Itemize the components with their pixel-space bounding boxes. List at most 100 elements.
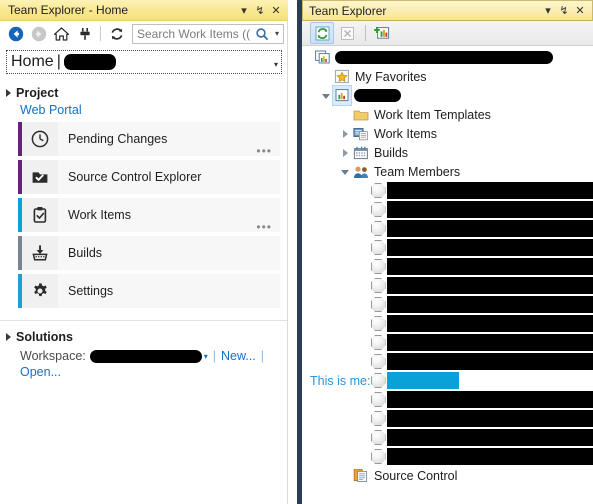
- project-section-header[interactable]: Project: [0, 83, 288, 103]
- screenshot-root: Team Explorer - Home ▾ ↯ ✕ Search Work I…: [0, 0, 593, 504]
- avatar: [369, 316, 387, 331]
- member-name-redacted: [387, 201, 593, 218]
- member-name-redacted: [387, 448, 593, 465]
- search-work-items-input[interactable]: Search Work Items (( ▾: [132, 23, 284, 44]
- team-members-icon: [352, 162, 370, 181]
- member-name-redacted: [387, 315, 593, 332]
- workspace-value-redacted[interactable]: [89, 349, 202, 363]
- tree-node-team-project[interactable]: [302, 85, 593, 106]
- dropdown-icon[interactable]: ▾: [236, 2, 252, 18]
- tree-node-label: My Favorites: [355, 69, 427, 84]
- team-member-row-self[interactable]: This is me:: [302, 371, 593, 390]
- open-solution-link[interactable]: Open...: [20, 365, 61, 379]
- overflow-menu-icon[interactable]: •••: [256, 145, 280, 157]
- expander-icon[interactable]: [6, 333, 11, 341]
- nav-item-builds[interactable]: Builds: [18, 236, 280, 270]
- dropdown-icon[interactable]: ▾: [540, 3, 556, 19]
- plug-connect-icon[interactable]: [73, 23, 96, 45]
- solutions-section-header[interactable]: Solutions: [0, 327, 288, 347]
- folder-icon: [352, 105, 370, 124]
- close-icon[interactable]: ✕: [572, 3, 588, 19]
- expander-icon[interactable]: [319, 86, 333, 105]
- close-icon[interactable]: ✕: [268, 2, 284, 18]
- team-member-row[interactable]: [302, 200, 593, 219]
- expander-icon[interactable]: [338, 124, 352, 143]
- expander-icon[interactable]: [6, 89, 11, 97]
- avatar: [369, 183, 387, 198]
- tree-node-builds[interactable]: Builds: [302, 143, 593, 162]
- nav-item-pending-changes[interactable]: Pending Changes •••: [18, 122, 280, 157]
- team-explorer-home-panel: Team Explorer - Home ▾ ↯ ✕ Search Work I…: [0, 0, 288, 504]
- avatar: [369, 449, 387, 464]
- expander-icon[interactable]: [338, 162, 352, 181]
- team-member-row[interactable]: [302, 295, 593, 314]
- team-member-row[interactable]: [302, 352, 593, 371]
- tree-node-label: Builds: [374, 145, 409, 160]
- nav-item-label: Source Control Explorer: [68, 170, 202, 184]
- tree-node-source-control[interactable]: Source Control: [302, 466, 593, 485]
- avatar: [369, 373, 387, 388]
- team-member-row[interactable]: [302, 181, 593, 200]
- team-member-row[interactable]: [302, 333, 593, 352]
- team-member-list: This is me:: [302, 181, 593, 466]
- team-member-row[interactable]: [302, 276, 593, 295]
- separator: |: [260, 349, 265, 363]
- web-portal-link[interactable]: Web Portal: [0, 103, 288, 117]
- toolbar-separator: [365, 25, 366, 41]
- tree-node-work-item-templates[interactable]: Work Item Templates: [302, 105, 593, 124]
- breadcrumb[interactable]: Home |: [6, 50, 282, 74]
- breadcrumb-dropdown-icon[interactable]: ▾: [268, 53, 284, 75]
- nav-item-source-control-explorer[interactable]: Source Control Explorer: [18, 160, 280, 194]
- expander-icon[interactable]: [338, 143, 352, 162]
- nav-item-settings[interactable]: Settings: [18, 274, 280, 308]
- solutions-section-label: Solutions: [16, 330, 73, 344]
- left-panel-titlebar: Team Explorer - Home ▾ ↯ ✕: [0, 0, 288, 21]
- delete-x-icon: [336, 23, 358, 43]
- team-member-row[interactable]: [302, 409, 593, 428]
- refresh-icon[interactable]: [310, 22, 334, 44]
- home-icon[interactable]: [50, 23, 73, 45]
- tree-node-my-favorites[interactable]: My Favorites: [302, 67, 593, 86]
- tree-node-team-members[interactable]: Team Members: [302, 162, 593, 181]
- avatar: [369, 411, 387, 426]
- pin-icon[interactable]: ↯: [556, 3, 572, 19]
- member-name-redacted: [387, 277, 593, 294]
- avatar: [369, 202, 387, 217]
- workspace-dropdown-icon[interactable]: ▾: [204, 352, 208, 361]
- new-solution-link[interactable]: New...: [221, 349, 256, 363]
- refresh-icon[interactable]: [105, 23, 128, 45]
- magnifier-icon[interactable]: [253, 27, 271, 41]
- server-name-redacted: [335, 51, 553, 64]
- pin-icon[interactable]: ↯: [252, 2, 268, 18]
- team-member-row[interactable]: [302, 238, 593, 257]
- team-member-row[interactable]: [302, 390, 593, 409]
- team-member-row[interactable]: [302, 219, 593, 238]
- nav-item-work-items[interactable]: Work Items •••: [18, 198, 280, 233]
- panel-divider-line: [287, 21, 288, 504]
- avatar: [369, 335, 387, 350]
- team-member-row[interactable]: [302, 314, 593, 333]
- member-name-redacted: [387, 334, 593, 351]
- clock-icon: [22, 122, 58, 156]
- team-project-icon: [332, 85, 352, 106]
- tree-node-label: Work Items: [374, 126, 437, 141]
- team-member-row[interactable]: [302, 257, 593, 276]
- tree-node-server[interactable]: [302, 48, 593, 67]
- member-name-redacted: [387, 239, 593, 256]
- server-icon: [314, 48, 332, 67]
- member-name-redacted: [387, 410, 593, 427]
- avatar: [369, 259, 387, 274]
- back-arrow-icon[interactable]: [4, 23, 27, 45]
- tree-node-work-items[interactable]: Work Items: [302, 124, 593, 143]
- left-panel-toolbar: Search Work Items (( ▾: [0, 21, 288, 47]
- add-team-project-icon[interactable]: [371, 23, 393, 43]
- overflow-menu-icon[interactable]: •••: [256, 221, 280, 233]
- member-name-redacted: [387, 296, 593, 313]
- team-member-row[interactable]: [302, 447, 593, 466]
- left-panel-title: Team Explorer - Home: [8, 3, 129, 17]
- search-dropdown-icon[interactable]: ▾: [271, 29, 283, 38]
- member-name-redacted: [387, 429, 593, 446]
- member-name-redacted: [387, 353, 593, 370]
- team-member-row[interactable]: [302, 428, 593, 447]
- avatar: [369, 354, 387, 369]
